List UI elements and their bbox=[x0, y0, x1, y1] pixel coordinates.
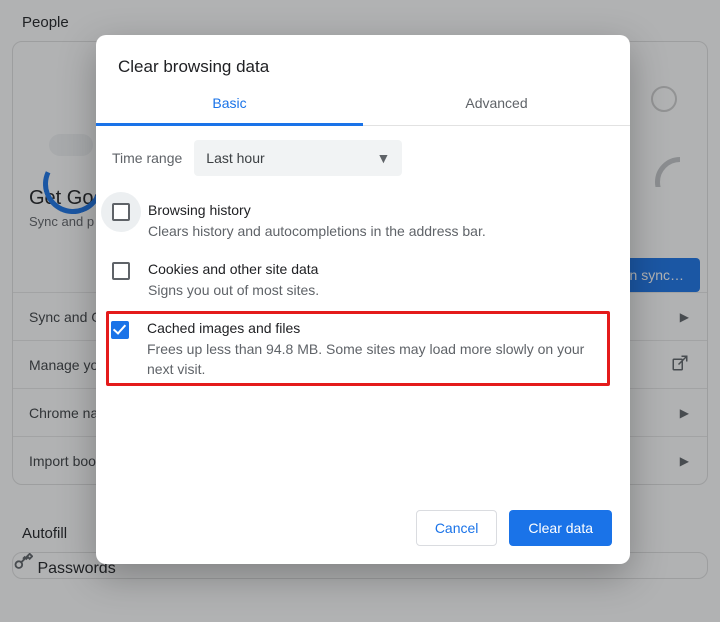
dialog-title: Clear browsing data bbox=[96, 35, 630, 95]
time-range-row: Time range Last hour ▼ bbox=[110, 140, 610, 192]
time-range-value: Last hour bbox=[206, 150, 264, 166]
option-cached-images-highlighted[interactable]: Cached images and files Frees up less th… bbox=[106, 311, 610, 387]
clear-data-button[interactable]: Clear data bbox=[509, 510, 612, 546]
checkbox-box bbox=[112, 203, 130, 221]
tab-label: Advanced bbox=[465, 95, 527, 111]
clear-browsing-data-dialog: Clear browsing data Basic Advanced Time … bbox=[96, 35, 630, 564]
option-title: Browsing history bbox=[148, 202, 486, 221]
checkbox-cookies[interactable] bbox=[112, 262, 130, 280]
checkbox-browsing-history[interactable] bbox=[112, 203, 130, 221]
tab-basic[interactable]: Basic bbox=[96, 95, 363, 125]
checkbox-cached-images[interactable] bbox=[111, 321, 129, 339]
tab-advanced[interactable]: Advanced bbox=[363, 95, 630, 125]
tab-label: Basic bbox=[212, 95, 246, 111]
option-title: Cookies and other site data bbox=[148, 261, 319, 280]
option-description: Clears history and autocompletions in th… bbox=[148, 221, 486, 241]
option-title: Cached images and files bbox=[147, 320, 603, 339]
caret-down-icon: ▼ bbox=[376, 150, 390, 166]
cancel-button[interactable]: Cancel bbox=[416, 510, 498, 546]
active-tab-indicator bbox=[96, 123, 363, 126]
dialog-tabs: Basic Advanced bbox=[96, 95, 630, 126]
option-description: Frees up less than 94.8 MB. Some sites m… bbox=[147, 339, 603, 380]
time-range-select[interactable]: Last hour ▼ bbox=[194, 140, 402, 176]
option-description: Signs you out of most sites. bbox=[148, 280, 319, 300]
option-browsing-history[interactable]: Browsing history Clears history and auto… bbox=[110, 192, 610, 251]
dialog-body: Time range Last hour ▼ Browsing history … bbox=[96, 126, 630, 496]
time-range-label: Time range bbox=[112, 150, 182, 166]
dialog-footer: Cancel Clear data bbox=[96, 496, 630, 564]
option-cookies[interactable]: Cookies and other site data Signs you ou… bbox=[110, 251, 610, 310]
